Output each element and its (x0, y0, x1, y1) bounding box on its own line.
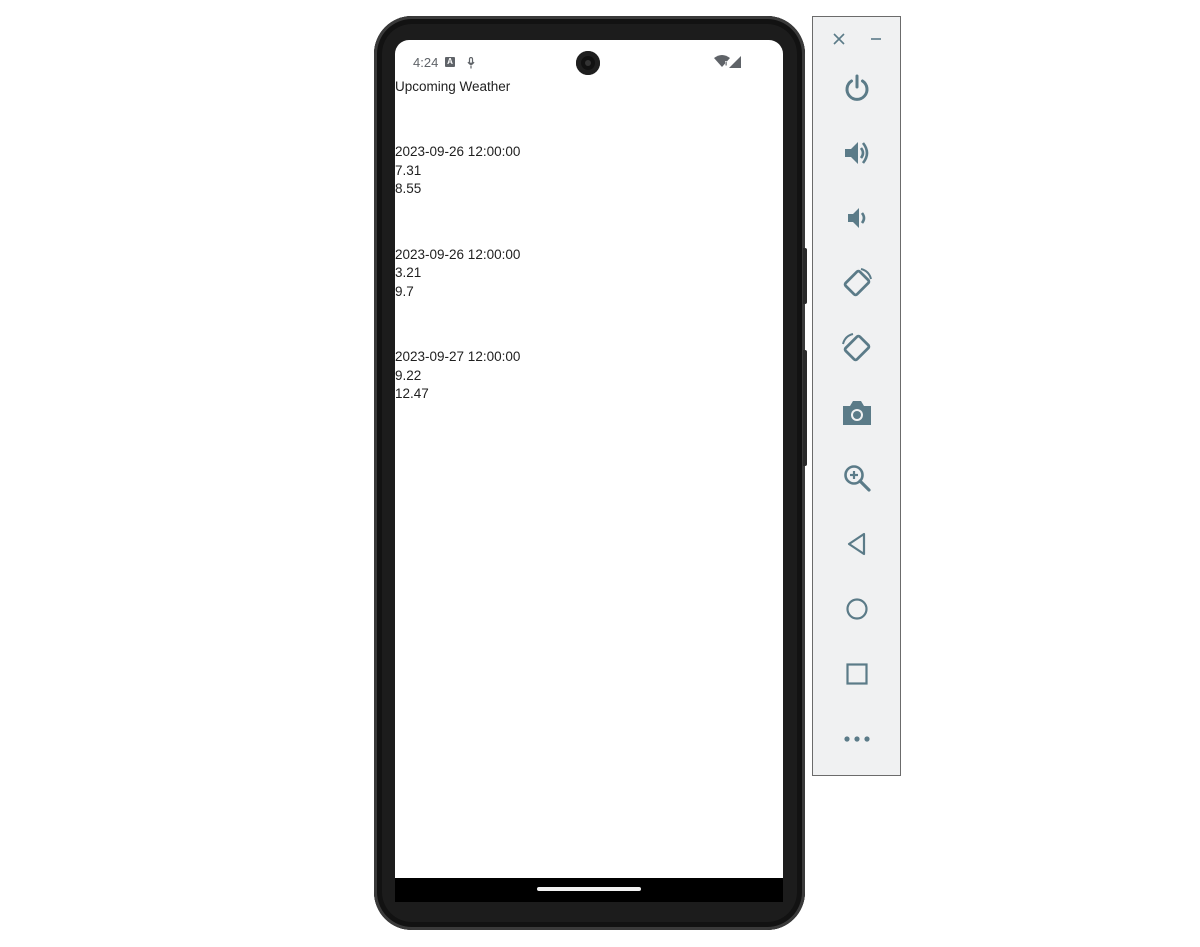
forecast-item[interactable]: 2023-09-26 12:00:00 3.21 9.7 (395, 246, 783, 302)
rotate-left-icon[interactable] (837, 263, 877, 303)
camera-icon[interactable] (837, 393, 877, 433)
wifi-icon (714, 54, 730, 68)
more-icon[interactable] (837, 719, 877, 759)
forecast-datetime: 2023-09-26 12:00:00 (395, 246, 521, 262)
gesture-nav-bar (395, 878, 783, 902)
forecast-datetime: 2023-09-26 12:00:00 (395, 144, 521, 159)
emulator-toolbar (812, 16, 901, 776)
cell-signal-icon (729, 55, 741, 68)
forecast-value-1: 3.21 (395, 265, 422, 280)
home-icon[interactable] (837, 589, 877, 629)
volume-down-icon[interactable] (837, 198, 877, 238)
device-screen[interactable]: 4:24 A Upcoming Weather 2023-09-26 12:00… (395, 40, 783, 902)
notification-a-icon: A (445, 57, 455, 67)
power-icon[interactable] (837, 68, 877, 108)
forecast-value-2: 12.47 (395, 386, 429, 401)
phone-power-key (803, 248, 807, 304)
close-icon[interactable] (829, 29, 849, 49)
front-camera (576, 51, 600, 75)
home-gesture-handle[interactable] (537, 887, 641, 891)
forecast-list[interactable]: 2023-09-26 12:00:00 7.31 8.55 2023-09-26… (395, 143, 783, 451)
forecast-value-1: 9.22 (395, 367, 422, 383)
forecast-value-2: 8.55 (395, 181, 422, 196)
forecast-datetime: 2023-09-27 12:00:00 (395, 349, 521, 364)
status-time: 4:24 (413, 55, 439, 70)
minimize-icon[interactable] (866, 29, 886, 49)
forecast-value-1: 7.31 (395, 162, 422, 178)
microphone-icon (467, 56, 475, 69)
forecast-item[interactable]: 2023-09-26 12:00:00 7.31 8.55 (395, 143, 783, 199)
forecast-value-2: 9.7 (395, 283, 414, 299)
emulator-window: 4:24 A Upcoming Weather 2023-09-26 12:00… (0, 0, 1200, 947)
forecast-item[interactable]: 2023-09-27 12:00:00 9.22 12.47 (395, 348, 783, 404)
phone-volume-key (803, 350, 807, 466)
page-title: Upcoming Weather (395, 79, 511, 94)
rotate-right-icon[interactable] (837, 328, 877, 368)
overview-icon[interactable] (837, 654, 877, 694)
zoom-icon[interactable] (837, 458, 877, 498)
volume-up-icon[interactable] (837, 133, 877, 173)
back-icon[interactable] (837, 524, 877, 564)
